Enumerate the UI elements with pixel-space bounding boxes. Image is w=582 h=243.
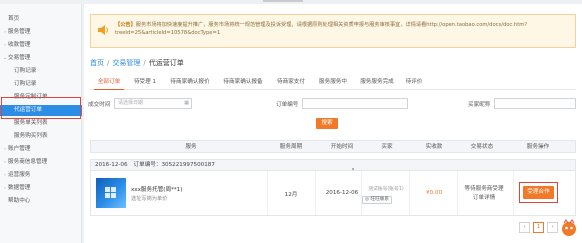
buyer-input[interactable] [494,98,576,109]
tab-pending[interactable]: 待受理 1 [130,76,160,90]
sidebar-item-label: 服务购买列表 [14,133,48,139]
order-no: 305221997500187 [161,162,215,168]
buyer-label: 买家昵称 [468,102,491,108]
sidebar-item-provider-info[interactable]: › 服务商信息管理 [0,157,82,168]
announcement-text: 【公告】服务市场将加快速度提升推广，服务市场将统一规范管理及投诉受理，请根据原则… [115,22,571,37]
sidebar-item-order-record[interactable]: 订购记录 [0,66,82,77]
sidebar-item-label: 服务管理 [8,29,31,35]
cursor-dot [352,168,354,170]
sidebar-item-account-mgmt[interactable]: › 账户管理 [0,144,82,155]
sidebar-item-home[interactable]: 首页 [0,14,82,25]
col-status[interactable]: 交易状态 [459,141,505,153]
col-amount: 实收款 [425,144,443,150]
breadcrumb-home[interactable]: 首页 [90,59,104,67]
divider [267,171,268,215]
date-placeholder: 请选择日期 [118,100,144,106]
accept-cooperation-button[interactable]: 受理合作 [523,186,554,199]
breadcrumb: 首页 / 交易管理 / 代运营订单 [90,58,184,68]
chat-buyer-button[interactable]: ◎ 旺旺联系 [362,196,392,204]
announcement-tag: 【公告】 [115,22,136,28]
sidebar-item-service-list[interactable]: 服务单关列表 [0,118,82,129]
order-header: 2016-12-06 订单编号：305221997500187 [90,159,576,171]
sidebar-item-label: 交易管理 [8,55,31,61]
sidebar-item-operations[interactable]: › 运营服务 [0,170,82,181]
sidebar-item-help[interactable]: 帮助中心 [0,196,82,207]
breadcrumb-sep: / [107,59,110,67]
col-operation: 服务操作 [526,144,550,150]
tab-to-review[interactable]: 待评价 [403,76,425,90]
sidebar-item-label: 订购记录 [14,81,37,87]
col-period: 服务周期 [279,144,303,150]
announcement-banner: 【公告】服务市场将加快速度提升推广，服务市场将统一规范管理及投诉受理，请根据原则… [90,14,576,48]
top-tab-indicator [263,0,303,2]
col-buyer: 买家 [381,144,393,150]
sidebar-item-label: 服务商信息管理 [8,159,48,165]
prev-page-button[interactable]: ‹ [519,222,530,233]
service-subtitle: 选址写岗为单价 [131,196,168,202]
col-service: 服务 [185,144,197,150]
buyer-name: 测试账号(账号1) [368,187,404,192]
divider [513,171,514,215]
service-thumbnail [96,178,126,208]
search-button[interactable]: 搜索 [316,118,338,129]
sidebar-item-payment-mgmt[interactable]: › 收款管理 [0,40,82,51]
main-content: 【公告】服务市场将加快速度提升推广，服务市场将统一规范管理及投诉受理，请根据原则… [84,4,582,243]
table-row: xxx服务托管(周**1) 选址写岗为单价 12月 2016-12-06 测试账… [90,171,576,216]
sidebar-item-label: 运营服务 [8,172,31,178]
order-date: 2016-12-06 [95,162,128,168]
sidebar-item-data-mgmt[interactable]: › 数据管理 [0,183,82,194]
calendar-icon: ▦ [184,100,189,106]
sidebar-item-label: 订购记录 [14,68,37,74]
breadcrumb-section[interactable]: 交易管理 [112,59,140,67]
divider [409,171,410,215]
tab-service-done[interactable]: 服务服务完成 [358,76,396,90]
sidebar-item-trade-mgmt[interactable]: ⌄交易管理 [0,53,82,64]
sidebar-item-label: 首页 [8,16,20,22]
filter-bar: 成交时间 请选择日期 ▦ 订单编号 买家昵称 [84,98,582,112]
windows-logo-icon [105,187,117,199]
breadcrumb-sep: / [143,59,146,67]
status-text: 等待服务商受理 [464,186,504,192]
order-no-label: 订单编号 [276,102,299,108]
sidebar-item-service-mgmt[interactable]: › 服务管理 [0,27,82,38]
sidebar: 首页 › 服务管理 › 收款管理 ⌄交易管理 订购记录 订购记录 服务定制订单 代运… [0,4,82,243]
table-header: 服务 服务周期 开始时间 买家 实收款 交易状态 服务操作 [90,140,576,153]
date-label: 成交时间 [88,102,111,108]
tab-in-service[interactable]: 服务服务中 [316,76,350,90]
sidebar-item-label: 帮助中心 [8,198,31,204]
sidebar-item-purchase-list[interactable]: 服务购买列表 [0,131,82,142]
order-no-caption: 订单编号： [133,162,162,168]
tab-all-orders[interactable]: 全部订单 [94,76,124,90]
amount: ¥0.00 [425,190,442,196]
tab-confirm-quote[interactable]: 待商家确认报价 [167,76,213,90]
order-detail-link[interactable]: 订单详情 [457,194,511,202]
order-status-tabs: 全部订单 待受理 1 待商家确认报价 待商家确认报备 待商家支付 服务服务中 服… [90,76,576,90]
sidebar-item-label: 收款管理 [8,42,31,48]
col-start-time: 开始时间 [330,144,354,150]
sidebar-item-label: 数据管理 [8,185,31,191]
breadcrumb-current: 代运营订单 [148,59,184,67]
next-page-button[interactable]: › [547,222,558,233]
tab-confirm-report[interactable]: 待商家确认报备 [220,76,266,90]
service-name[interactable]: xxx服务托管(周**1) [131,185,182,193]
service-period: 12月 [284,192,298,198]
divider [315,171,316,215]
page-1-button[interactable]: 1 [533,222,544,233]
date-picker[interactable]: 请选择日期 ▦ [114,98,192,109]
divider [361,171,362,215]
highlight-box-sidebar [1,97,81,119]
mascot-icon [559,218,579,238]
announcement-body[interactable]: 服务市场将加快速度提升推广，服务市场将统一规范管理及投诉受理，请根据原则处理相关… [115,22,527,36]
speaker-icon [97,24,109,36]
order-no-input[interactable] [302,98,408,109]
sidebar-item-label: 账户管理 [8,146,31,152]
sidebar-item-label: 服务单关列表 [14,120,48,126]
divider [457,171,458,215]
sidebar-item-order-record-2[interactable]: 订购记录 [0,79,82,90]
tab-pending-payment[interactable]: 待商家支付 [274,76,308,90]
